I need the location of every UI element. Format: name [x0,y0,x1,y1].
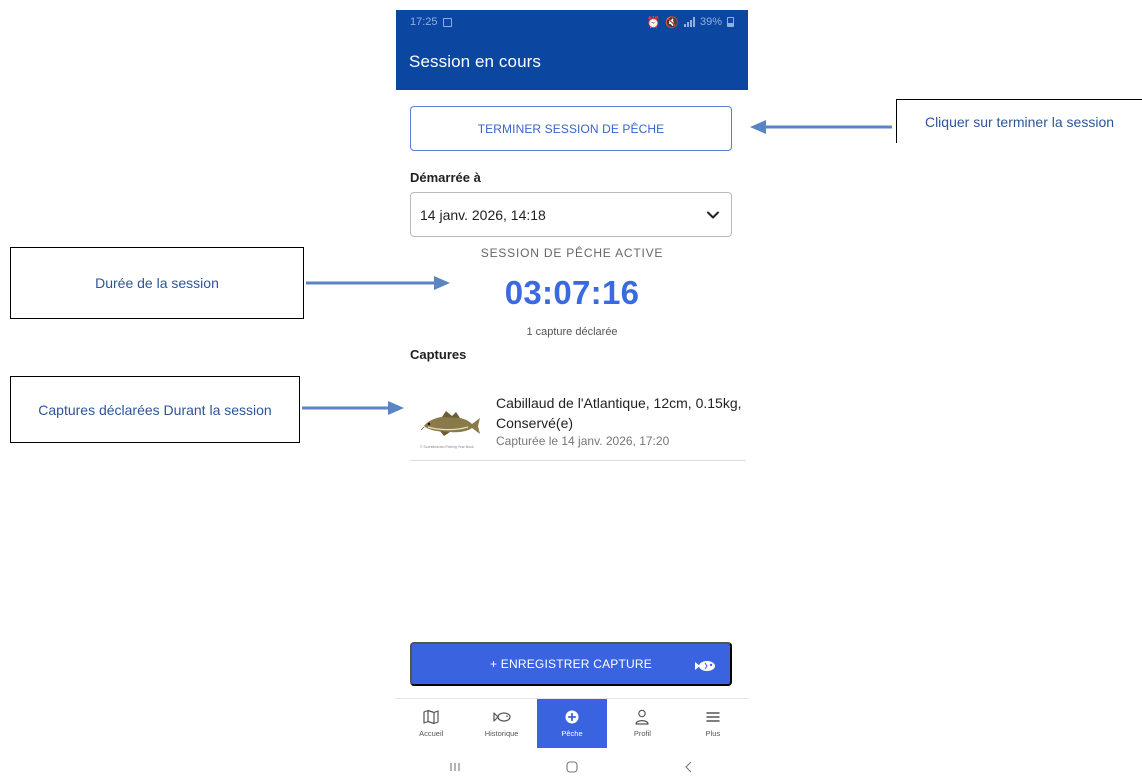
annotation-text: Captures déclarées Durant la session [38,401,272,418]
nav-label: Pêche [561,729,583,738]
started-label: Démarrée à [410,170,481,185]
captures-heading: Captures [410,347,467,362]
phone-screen: 17:25 ⏰ 🔇 39% Session en cours TERMINER … [396,10,748,784]
nav-label: Historique [484,729,519,738]
record-capture-label: + ENREGISTRER CAPTURE [490,657,652,671]
page-title: Session en cours [409,52,542,71]
session-active-label: SESSION DE PÊCHE ACTIVE [480,246,664,260]
annotation-captures: Captures déclarées Durant la session [10,376,300,443]
annotation-text: Durée de la session [95,275,219,291]
bottom-navigation: Accueil Historique Pêche Profil Plus [396,698,748,748]
annotation-text: Cliquer sur terminer la session [924,113,1115,130]
person-icon [635,709,650,725]
system-navigation [396,750,748,784]
nav-item-historique[interactable]: Historique [466,699,536,748]
nav-label: Accueil [419,729,444,738]
plus-circle-icon [565,710,579,724]
started-at-select[interactable]: 14 janv. 2026, 14:18 [410,192,732,237]
home-icon[interactable] [565,760,579,774]
nav-label: Profil [633,729,651,738]
status-time: 17:25 [410,16,438,28]
capture-count: 1 capture déclarée [526,326,618,338]
end-session-button[interactable]: TERMINER SESSION DE PÊCHE [410,106,732,151]
annotation-duration: Durée de la session [10,247,304,319]
capture-list-item[interactable]: © Scandinavian Fishing Year Book Cabilla… [410,382,746,461]
back-icon[interactable] [682,760,696,774]
menu-icon [706,712,720,722]
arrow-end-session [750,120,892,134]
alarm-icon: ⏰ [646,16,661,29]
nav-item-plus[interactable]: Plus [678,699,748,748]
annotation-end-session: Cliquer sur terminer la session [896,99,1142,143]
capture-time: Capturée le 14 janv. 2026, 17:20 [496,434,670,448]
session-timer: 03:07:16 [504,274,640,311]
status-bar: 17:25 ⏰ 🔇 39% [396,10,748,34]
signal-icon [683,17,695,27]
record-capture-button[interactable]: + ENREGISTRER CAPTURE [410,642,732,686]
notification-icon [442,17,452,27]
fish-outline-icon [493,712,511,722]
battery-percent: 39% [699,16,722,28]
nav-item-profil[interactable]: Profil [607,699,677,748]
mute-icon: 🔇 [665,16,679,29]
battery-icon [727,17,734,27]
image-credit: © Scandinavian Fishing Year Book [420,445,474,449]
nav-label: Plus [705,729,721,738]
nav-item-accueil[interactable]: Accueil [396,699,466,748]
fish-icon [695,661,715,671]
recent-apps-icon[interactable] [448,760,462,774]
arrow-captures [302,401,404,415]
capture-description: Cabillaud de l'Atlantique, 12cm, 0.15kg,… [496,395,742,431]
chevron-down-icon [707,211,719,218]
map-icon [423,709,439,725]
nav-item-peche[interactable]: Pêche [536,699,608,748]
app-bar: Session en cours [396,34,748,90]
started-at-value: 14 janv. 2026, 14:18 [420,206,546,223]
